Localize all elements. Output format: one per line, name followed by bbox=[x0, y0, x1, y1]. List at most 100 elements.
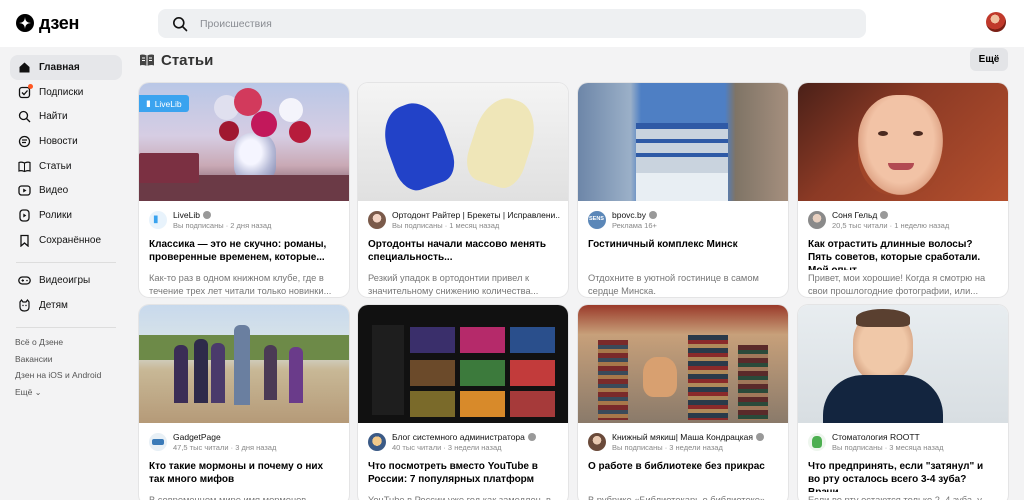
footer-link-apps[interactable]: Дзен на iOS и Android bbox=[15, 367, 122, 384]
footer-link-about[interactable]: Всё о Дзене bbox=[15, 334, 122, 351]
footer-more-label: Ещё bbox=[15, 387, 33, 398]
source-badge: ▮ LiveLib bbox=[139, 95, 189, 112]
source-name[interactable]: Соня Гельд bbox=[832, 210, 877, 220]
article-title[interactable]: Что посмотреть вместо YouTube в России: … bbox=[358, 454, 568, 492]
article-title[interactable]: Кто такие мормоны и почему о них так мно… bbox=[139, 454, 349, 492]
source-name[interactable]: Стоматология ROOTT bbox=[832, 432, 920, 442]
article-thumbnail bbox=[578, 83, 788, 201]
article-thumbnail: ▮ LiveLib bbox=[139, 83, 349, 201]
article-snippet: Как-то раз в одном книжном клубе, где в … bbox=[149, 273, 332, 296]
chevron-down-icon: ⌄ bbox=[34, 388, 42, 398]
article-snippet: В рубрике «Библиотекарь о библиотеке» об… bbox=[588, 495, 766, 500]
source-name[interactable]: Книжный мякиш| Маша Кондрацкая bbox=[612, 432, 753, 442]
sidebar-item-label: Новости bbox=[39, 135, 78, 147]
search-icon bbox=[18, 110, 31, 123]
section-title: Статьи bbox=[161, 51, 214, 69]
article-title[interactable]: Классика — это не скучно: романы, провер… bbox=[139, 232, 349, 270]
search-bar[interactable] bbox=[158, 9, 866, 38]
verified-icon bbox=[756, 433, 764, 441]
articles-icon bbox=[140, 54, 154, 66]
card-meta: Блог системного администратора 40 тыс чи… bbox=[358, 423, 568, 454]
more-button[interactable]: Ещё bbox=[970, 48, 1008, 71]
source-name[interactable]: Блог системного администратора bbox=[392, 432, 525, 442]
source-subtitle: 40 тыс читали · 3 недели назад bbox=[392, 443, 502, 452]
article-card[interactable]: Ортодонт Райтер | Брекеты | Исправлени..… bbox=[358, 83, 568, 297]
sidebar-item-label: Видео bbox=[39, 185, 69, 197]
article-card[interactable]: SENS bpovc.by Реклама 16+ Гостиничный ко… bbox=[578, 83, 788, 297]
sidebar-divider bbox=[16, 261, 116, 263]
sidebar-item-subscriptions[interactable]: Подписки bbox=[10, 80, 122, 105]
card-meta: ▮ LiveLib Вы подписаны · 2 дня назад bbox=[139, 201, 349, 232]
source-subtitle: Вы подписаны · 3 недели назад bbox=[612, 443, 723, 452]
dzen-logo[interactable]: дзен bbox=[16, 12, 79, 34]
source-avatar[interactable] bbox=[368, 433, 386, 451]
sidebar-item-video[interactable]: Видео bbox=[10, 178, 122, 203]
sidebar-footer: Всё о Дзене Вакансии Дзен на iOS и Andro… bbox=[10, 334, 122, 401]
article-card[interactable]: Книжный мякиш| Маша Кондрацкая Вы подпис… bbox=[578, 305, 788, 500]
footer-link-more[interactable]: Ещё ⌄ bbox=[15, 384, 122, 401]
source-avatar[interactable] bbox=[368, 211, 386, 229]
source-subtitle: 20,5 тыс читали · 1 неделю назад bbox=[832, 221, 950, 230]
article-title[interactable]: Гостиничный комплекс Минск bbox=[578, 232, 788, 270]
sidebar-item-videogames[interactable]: Видеоигры bbox=[10, 269, 122, 294]
source-name[interactable]: GadgetPage bbox=[173, 432, 221, 442]
source-avatar[interactable] bbox=[808, 433, 826, 451]
home-icon bbox=[18, 61, 31, 74]
badge-label: LiveLib bbox=[154, 98, 182, 109]
verified-icon bbox=[880, 211, 889, 219]
article-title[interactable]: О работе в библиотеке без прикрас bbox=[578, 454, 788, 492]
sidebar-item-shorts[interactable]: Ролики bbox=[10, 203, 122, 228]
search-input[interactable] bbox=[200, 17, 800, 30]
article-card[interactable]: ▮ LiveLib ▮ LiveLib Вы подписаны · 2 дня … bbox=[139, 83, 349, 297]
card-meta: SENS bpovc.by Реклама 16+ bbox=[578, 201, 788, 232]
article-snippet: Отдохните в уютной гостинице в самом сер… bbox=[588, 273, 759, 296]
sidebar-item-label: Видеоигры bbox=[39, 275, 91, 287]
verified-icon bbox=[527, 433, 536, 441]
sidebar-item-articles[interactable]: Статьи bbox=[10, 154, 122, 179]
article-card[interactable]: Блог системного администратора 40 тыс чи… bbox=[358, 305, 568, 500]
article-card[interactable]: Стоматология ROOTT Вы подписаны · 3 меся… bbox=[798, 305, 1008, 500]
card-meta: Ортодонт Райтер | Брекеты | Исправлени..… bbox=[358, 201, 568, 232]
article-thumbnail bbox=[358, 305, 568, 423]
source-subtitle: Вы подписаны · 1 месяц назад bbox=[392, 221, 500, 230]
sidebar-item-search[interactable]: Найти bbox=[10, 104, 122, 129]
sidebar-item-label: Статьи bbox=[39, 160, 72, 172]
source-name[interactable]: LiveLib bbox=[173, 210, 200, 220]
article-card[interactable]: Соня Гельд 20,5 тыс читали · 1 неделю на… bbox=[798, 83, 1008, 297]
notification-dot bbox=[28, 83, 33, 89]
article-snippet: Резкий упадок в ортодонтии привел к знач… bbox=[368, 273, 539, 296]
tooth-icon bbox=[812, 436, 822, 448]
source-name[interactable]: bpovc.by bbox=[612, 210, 646, 220]
source-avatar[interactable] bbox=[588, 433, 606, 451]
subscriptions-icon bbox=[18, 83, 33, 99]
sidebar-item-saved[interactable]: Сохранённое bbox=[10, 228, 122, 253]
bookmark-icon bbox=[18, 234, 31, 247]
source-subtitle: Вы подписаны · 3 месяца назад bbox=[832, 443, 944, 452]
source-name[interactable]: Ортодонт Райтер | Брекеты | Исправлени..… bbox=[392, 210, 560, 220]
source-avatar[interactable]: ▮ bbox=[149, 211, 167, 229]
ad-label: Реклама 16+ bbox=[612, 221, 657, 230]
gadget-logo-icon bbox=[152, 439, 164, 445]
user-avatar[interactable] bbox=[986, 12, 1006, 32]
article-snippet: YouTube в России уже год как замедлен, в bbox=[368, 495, 551, 500]
article-snippet: Привет, мои хорошие! Когда я смотрю на с… bbox=[808, 273, 986, 296]
sidebar-item-label: Детям bbox=[39, 300, 68, 312]
article-thumbnail bbox=[358, 83, 568, 201]
sidebar-item-kids[interactable]: Детям bbox=[10, 293, 122, 318]
article-title[interactable]: Как отрастить длинные волосы? Пять совет… bbox=[798, 232, 1008, 270]
footer-link-jobs[interactable]: Вакансии bbox=[15, 351, 122, 368]
sidebar: Главная Подписки Найти Новости Статьи Ви… bbox=[10, 55, 122, 401]
source-avatar[interactable] bbox=[808, 211, 826, 229]
article-card[interactable]: GadgetPage 47,5 тыс читали · 3 дня назад… bbox=[139, 305, 349, 500]
source-avatar[interactable]: SENS bbox=[588, 211, 606, 229]
sidebar-item-news[interactable]: Новости bbox=[10, 129, 122, 154]
card-meta: Стоматология ROOTT Вы подписаны · 3 меся… bbox=[798, 423, 1008, 454]
kids-icon bbox=[18, 299, 31, 312]
dzen-logo-icon bbox=[16, 14, 34, 32]
sidebar-item-home[interactable]: Главная bbox=[10, 55, 122, 80]
article-thumbnail bbox=[139, 305, 349, 423]
source-avatar[interactable] bbox=[149, 433, 167, 451]
article-title[interactable]: Ортодонты начали массово менять специаль… bbox=[358, 232, 568, 270]
sidebar-item-label: Сохранённое bbox=[39, 234, 102, 246]
article-title[interactable]: Что предпринять, если "затянул" и во рту… bbox=[798, 454, 1008, 492]
